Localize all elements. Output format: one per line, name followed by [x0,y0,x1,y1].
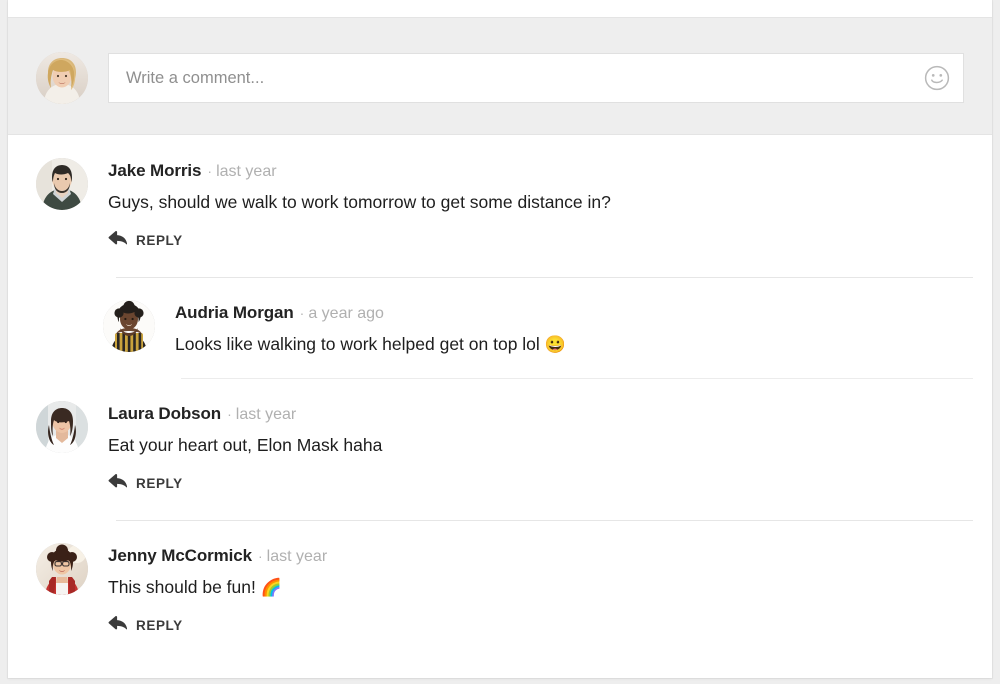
comment-timestamp: a year ago [308,304,384,322]
comment-header: Jake Morris · last year [108,158,973,180]
reply-arrow-icon [108,230,128,251]
avatar [103,299,155,352]
comment-separator: · [227,405,232,422]
comment-emoji: 🌈 [260,577,282,597]
smiley-face-icon[interactable] [924,65,950,91]
reply-arrow-icon [108,473,128,494]
comment-input-wrap[interactable] [108,53,964,103]
comment-text: Looks like walking to work helped get on… [175,333,973,357]
comment-separator: · [207,163,213,179]
comment-text-value: Looks like walking to work helped get on… [175,333,545,354]
reply-label: REPLY [136,475,183,491]
comment-timestamp: last year [216,163,277,180]
comment-text-value: This should be fun! [108,576,261,597]
reply-label: REPLY [136,617,183,633]
comment-item: Laura Dobson · last year Eat your heart ou… [8,400,992,494]
reply-button[interactable]: REPLY [108,230,183,251]
avatar [36,158,88,210]
comment-header: Audria Morgan · a year ago [175,300,973,322]
comment-author: Laura Dobson [108,403,222,423]
comment-input[interactable] [109,54,963,102]
comment-timestamp: last year [235,405,297,423]
comment-author: Jake Morris [108,161,202,180]
reply-button[interactable]: REPLY [108,473,183,494]
comment-item: Jake Morris · last year Guys, should we wa… [8,158,992,251]
current-user-avatar [36,52,88,104]
comment-form [8,17,992,135]
comment-separator: · [299,304,305,321]
comment-text: Eat your heart out, Elon Mask haha [108,434,973,458]
comment-header: Laura Dobson · last year [108,401,973,423]
comment-header: Jenny McCormick · last year [108,543,973,565]
comment-text: Guys, should we walk to work tomorrow to… [108,191,973,215]
comment-text-value: Guys, should we walk to work tomorrow to… [108,192,611,212]
reply-button[interactable]: REPLY [108,615,183,636]
avatar [36,400,88,453]
reply-arrow-icon [108,615,128,636]
comment-author: Jenny McCormick [108,545,252,565]
comment-text: This should be fun! 🌈 [108,576,973,600]
comment-separator: · [258,547,263,564]
comment-text-value: Eat your heart out, Elon Mask haha [108,434,383,455]
avatar [36,542,88,595]
comment-item: Jenny McCormick · last year This should be… [8,542,992,636]
comment-list: Jake Morris · last year Guys, should we wa… [8,136,992,636]
reply-label: REPLY [136,232,183,248]
comment-author: Audria Morgan [175,302,294,322]
page-background: Jake Morris·last year Guys, should we wa… [0,0,1000,684]
comment-item-nested: Audria Morgan · a year ago Looks like walk… [8,299,992,360]
comment-emoji: 😀 [544,334,566,354]
comments-card: Jake Morris·last year Guys, should we wa… [8,0,992,678]
comment-timestamp: last year [266,547,328,565]
